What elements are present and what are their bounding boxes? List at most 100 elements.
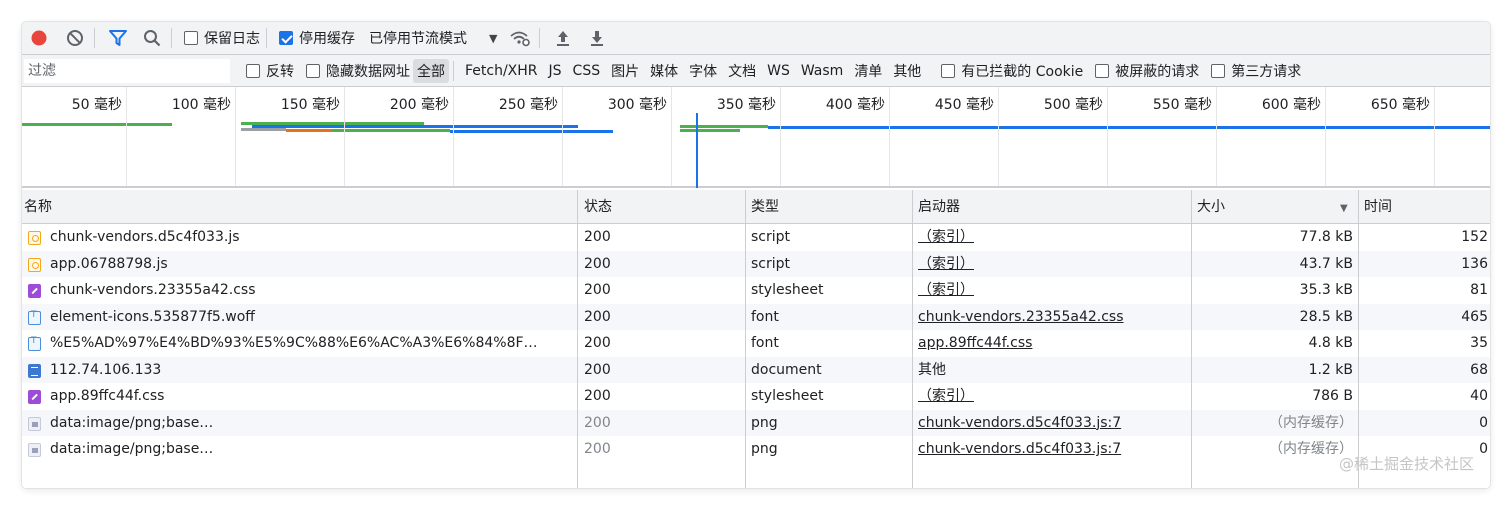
- preserve-log-label: 保留日志: [204, 31, 260, 47]
- filter-bar: 过滤 反转 隐藏数据网址 全部 Fetch/XHR JS CSS 图片 媒体 字…: [22, 55, 1490, 87]
- table-row[interactable]: 112.74.106.133 200 document 其他 1.2 kB 68: [22, 356, 1490, 384]
- overview-request-bar: [680, 125, 768, 128]
- third-party-box[interactable]: [1211, 63, 1226, 78]
- overview-tick-label: 150 毫秒: [280, 97, 340, 113]
- disable-cache-checkbox[interactable]: 停用缓存: [279, 28, 355, 48]
- overview-gridline: [562, 87, 563, 186]
- cell-name[interactable]: data:image/png;base…: [50, 436, 570, 463]
- hide-data-urls-box[interactable]: [306, 63, 320, 78]
- invert-label: 反转: [266, 63, 294, 80]
- cell-name[interactable]: chunk-vendors.d5c4f033.js: [50, 224, 570, 251]
- cell-status: 200: [584, 388, 611, 404]
- overview-gridline: [453, 87, 454, 186]
- overview-tick-label: 200 毫秒: [389, 97, 449, 113]
- throttling-select[interactable]: 已停用节流模式 ▼: [369, 28, 497, 48]
- table-row[interactable]: app.06788798.js 200 script （索引） 43.7 kB 136: [22, 250, 1490, 278]
- type-filter-font[interactable]: 字体: [685, 59, 721, 83]
- wifi-settings-icon: [510, 31, 531, 47]
- blocked-cookies-box[interactable]: [941, 63, 956, 78]
- type-filter-all[interactable]: 全部: [413, 58, 449, 83]
- clear-button[interactable]: [62, 25, 88, 51]
- table-row[interactable]: chunk-vendors.d5c4f033.js 200 script （索引） 77…: [22, 224, 1490, 251]
- column-divider: [577, 190, 578, 488]
- type-filter-media[interactable]: 媒体: [646, 59, 682, 83]
- cell-name[interactable]: app.89ffc44f.css: [50, 383, 570, 410]
- column-header-initiator[interactable]: 启动器: [916, 190, 960, 224]
- record-button[interactable]: [26, 25, 52, 51]
- cell-name[interactable]: element-icons.535877f5.woff: [50, 304, 570, 331]
- cell-name[interactable]: 112.74.106.133: [50, 357, 570, 384]
- type-filter-fetch-xhr[interactable]: Fetch/XHR: [461, 61, 542, 81]
- hide-data-urls-checkbox[interactable]: 隐藏数据网址: [306, 61, 410, 81]
- cell-initiator[interactable]: app.89ffc44f.css: [918, 330, 1183, 357]
- column-divider: [912, 190, 913, 488]
- script-file-icon: [28, 257, 41, 272]
- font-file-icon: [28, 336, 41, 351]
- cell-type: document: [751, 361, 822, 378]
- blocked-cookies-checkbox[interactable]: 有已拦截的 Cookie: [941, 61, 1083, 81]
- disable-cache-box[interactable]: [279, 31, 293, 45]
- cell-status: 200: [584, 414, 611, 431]
- cell-initiator[interactable]: （索引）: [918, 277, 1183, 304]
- cell-name[interactable]: app.06788798.js: [50, 251, 570, 278]
- column-header-type[interactable]: 类型: [749, 190, 779, 224]
- cell-name[interactable]: chunk-vendors.23355a42.css: [50, 277, 570, 304]
- type-filter-css[interactable]: CSS: [569, 61, 605, 81]
- table-row[interactable]: data:image/png;base… 200 png chunk-vendors.…: [22, 436, 1490, 463]
- stylesheet-file-icon: [28, 284, 41, 298]
- blocked-requests-box[interactable]: [1095, 63, 1110, 78]
- network-conditions-button[interactable]: [507, 25, 533, 51]
- column-header-time[interactable]: 时间: [1362, 190, 1392, 224]
- cell-initiator[interactable]: （索引）: [918, 224, 1183, 251]
- type-filter-wasm[interactable]: Wasm: [797, 61, 847, 81]
- overview-gridline: [671, 87, 672, 186]
- cell-initiator[interactable]: （索引）: [918, 383, 1183, 410]
- table-row[interactable]: data:image/png;base… 200 png chunk-vendors.…: [22, 409, 1490, 437]
- toolbar-divider: [94, 28, 95, 48]
- overview-gridline: [998, 87, 999, 186]
- filter-input[interactable]: 过滤: [24, 58, 230, 83]
- column-header-size[interactable]: 大小: [1195, 190, 1225, 224]
- overview-gridline: [235, 87, 236, 186]
- preserve-log-checkbox[interactable]: 保留日志: [184, 28, 260, 48]
- filter-toggle-button[interactable]: [105, 25, 131, 51]
- column-header-name[interactable]: 名称: [22, 190, 52, 224]
- script-file-icon: [28, 231, 41, 245]
- type-filter-img[interactable]: 图片: [607, 59, 643, 83]
- blocked-requests-checkbox[interactable]: 被屏蔽的请求: [1095, 61, 1199, 81]
- cell-initiator[interactable]: chunk-vendors.23355a42.css: [918, 304, 1183, 331]
- cell-initiator[interactable]: chunk-vendors.d5c4f033.js:7: [918, 436, 1183, 463]
- cell-name[interactable]: %E5%AD%97%E4%BD%93%E5%9C%88%E6%AC%A3%E6%…: [50, 330, 570, 357]
- table-row[interactable]: element-icons.535877f5.woff 200 font chunk-…: [22, 303, 1490, 331]
- image-file-icon: [28, 416, 41, 431]
- column-header-status[interactable]: 状态: [582, 190, 612, 224]
- export-har-button[interactable]: [584, 25, 610, 51]
- import-har-button[interactable]: [550, 25, 576, 51]
- cell-initiator[interactable]: chunk-vendors.d5c4f033.js:7: [918, 410, 1183, 437]
- cell-size: 1.2 kB: [1308, 361, 1353, 378]
- filter-divider: [453, 60, 454, 81]
- type-filter-ws[interactable]: WS: [763, 61, 794, 81]
- invert-checkbox[interactable]: 反转: [246, 61, 294, 81]
- cell-time: 40: [1470, 388, 1488, 404]
- third-party-checkbox[interactable]: 第三方请求: [1211, 61, 1301, 81]
- network-overview-timeline[interactable]: 50 毫秒 100 毫秒 150 毫秒 200 毫秒 250 毫秒 300 毫秒 350 毫…: [22, 87, 1490, 188]
- table-row[interactable]: chunk-vendors.23355a42.css 200 stylesheet （…: [22, 277, 1490, 304]
- cell-name[interactable]: data:image/png;base…: [50, 410, 570, 437]
- column-divider: [745, 190, 746, 488]
- preserve-log-box[interactable]: [184, 31, 198, 45]
- table-row[interactable]: %E5%AD%97%E4%BD%93%E5%9C%88%E6%AC%A3%E6%…: [22, 330, 1490, 357]
- cell-type: png: [751, 441, 778, 457]
- search-button[interactable]: [139, 25, 165, 51]
- overview-request-bar: [241, 128, 286, 131]
- overview-request-bar: [680, 129, 740, 132]
- type-filter-js[interactable]: JS: [545, 61, 566, 81]
- cell-status: 200: [584, 335, 611, 351]
- type-filter-other[interactable]: 其他: [889, 59, 925, 83]
- type-filter-manifest[interactable]: 清单: [850, 59, 886, 83]
- throttling-label: 已停用节流模式: [369, 31, 467, 47]
- type-filter-doc[interactable]: 文档: [724, 59, 760, 83]
- invert-box[interactable]: [246, 63, 260, 78]
- table-row[interactable]: app.89ffc44f.css 200 stylesheet （索引） 786 B 40: [22, 383, 1490, 410]
- cell-initiator[interactable]: （索引）: [918, 251, 1183, 278]
